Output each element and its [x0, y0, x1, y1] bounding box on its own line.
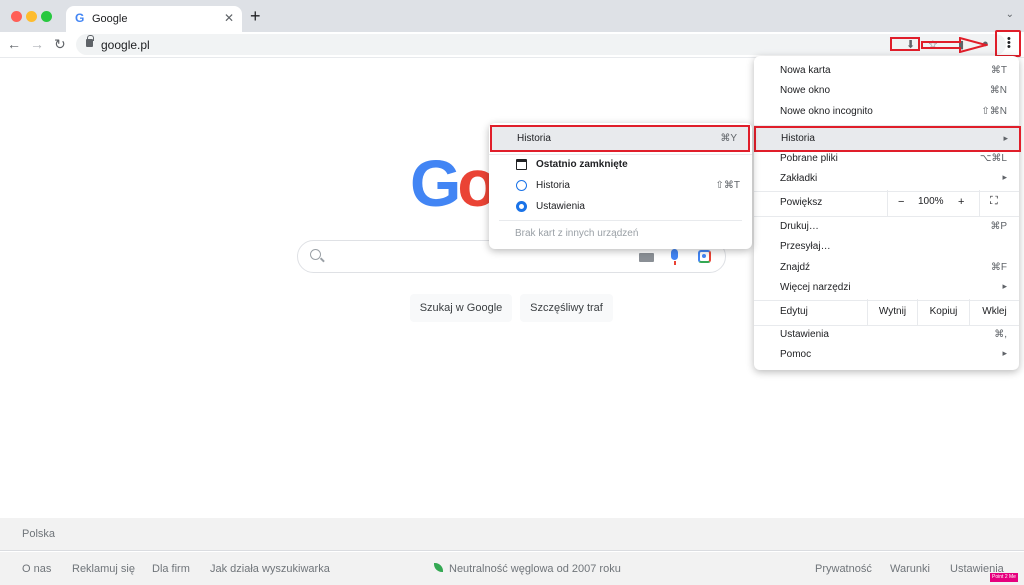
- menu-item-bookmarks[interactable]: Zakładki ▸: [754, 169, 1019, 189]
- watermark-logo: Point 2 Me: [990, 573, 1018, 582]
- menu-item-print[interactable]: Drukuj… ⌘P: [754, 217, 1019, 237]
- chevron-right-icon: ▸: [1002, 172, 1007, 182]
- chevron-right-icon: ▸: [1002, 281, 1007, 291]
- close-tab-icon[interactable]: ✕: [224, 11, 234, 25]
- tab-google[interactable]: G Google ✕: [66, 6, 242, 32]
- feeling-lucky-button[interactable]: Szczęśliwy traf: [520, 294, 613, 322]
- footer-link-advertising[interactable]: Reklamuj się: [72, 563, 135, 575]
- address-bar[interactable]: google.pl ⬇ ☆ ▮ ●: [76, 34, 1006, 55]
- google-lens-icon[interactable]: [698, 250, 711, 263]
- menu-item-new-window[interactable]: Nowe okno ⌘N: [754, 81, 1019, 101]
- submenu-item-no-other-devices: Brak kart z innych urządzeń: [515, 228, 639, 239]
- country-label: Polska: [22, 528, 56, 540]
- tab-icon: [516, 159, 527, 170]
- back-button[interactable]: ←: [7, 36, 21, 52]
- menu-item-help[interactable]: Pomoc ▸: [754, 345, 1019, 365]
- chrome-main-menu: Nowa karta ⌘T Nowe okno ⌘N Nowe okno inc…: [754, 56, 1021, 370]
- tab-search-chevron-icon[interactable]: ⌄: [1006, 9, 1014, 20]
- close-window-button[interactable]: [11, 11, 22, 22]
- toolbar: ← → ↻ google.pl ⬇ ☆ ▮ ●: [0, 32, 1024, 58]
- copy-button[interactable]: Kopiuj: [917, 299, 969, 325]
- search-icon: [310, 249, 321, 260]
- history-clock-icon: [516, 180, 527, 191]
- fullscreen-icon: ⛶: [990, 195, 998, 207]
- submenu-item-recently-closed[interactable]: Ostatnio zamknięte: [489, 155, 752, 175]
- lock-icon[interactable]: [86, 35, 94, 47]
- footer-link-business[interactable]: Dla firm: [152, 563, 190, 575]
- url-text[interactable]: google.pl: [101, 38, 150, 52]
- menu-divider: [754, 125, 1019, 126]
- minimize-window-button[interactable]: [26, 11, 37, 22]
- submenu-item-history-header[interactable]: Historia ⌘Y: [490, 125, 750, 152]
- gear-icon: [516, 201, 527, 212]
- paste-button[interactable]: Wklej: [969, 299, 1019, 325]
- submenu-item-settings[interactable]: Ustawienia: [489, 197, 752, 217]
- menu-item-find[interactable]: Znajdź ⌘F: [754, 258, 1019, 278]
- keyboard-icon[interactable]: [639, 253, 654, 262]
- footer-link-privacy[interactable]: Prywatność: [815, 563, 872, 575]
- annotation-box-icons: [890, 37, 920, 51]
- menu-item-downloads[interactable]: Pobrane pliki ⌥⌘L: [754, 149, 1019, 169]
- chevron-right-icon: ▸: [1003, 133, 1008, 143]
- menu-item-more-tools[interactable]: Więcej narzędzi ▸: [754, 278, 1019, 298]
- menu-item-cast[interactable]: Przesyłaj…: [754, 237, 1019, 257]
- submenu-item-history[interactable]: Historia ⇧⌘T: [489, 176, 752, 196]
- zoom-in-button[interactable]: +: [958, 196, 964, 208]
- chrome-menu-button[interactable]: • • •: [995, 30, 1021, 57]
- microphone-icon[interactable]: [671, 249, 678, 265]
- google-logo: Go: [410, 146, 498, 220]
- menu-row-zoom: Powiększ − 100% + ⛶: [754, 190, 1019, 216]
- zoom-out-button[interactable]: −: [898, 196, 904, 208]
- footer-link-terms[interactable]: Warunki: [890, 563, 930, 575]
- google-search-button[interactable]: Szukaj w Google: [410, 294, 512, 322]
- footer-links: O nas Reklamuj się Dla firm Jak działa w…: [0, 552, 1024, 585]
- more-vert-icon: • • •: [1007, 33, 1011, 53]
- footer-country-bar: Polska: [0, 518, 1024, 551]
- cut-button[interactable]: Wytnij: [867, 299, 917, 325]
- fullscreen-button[interactable]: ⛶: [979, 190, 1019, 216]
- menu-item-incognito[interactable]: Nowe okno incognito ⇧⌘N: [754, 102, 1019, 122]
- google-favicon-icon: G: [75, 11, 85, 25]
- menu-row-edit: Edytuj Wytnij Kopiuj Wklej: [754, 299, 1019, 325]
- new-tab-button[interactable]: +: [250, 7, 261, 25]
- zoom-window-button[interactable]: [41, 11, 52, 22]
- chevron-right-icon: ▸: [1002, 348, 1007, 358]
- menu-item-settings[interactable]: Ustawienia ⌘,: [754, 325, 1019, 345]
- footer-link-about[interactable]: O nas: [22, 563, 51, 575]
- forward-button[interactable]: →: [30, 36, 44, 52]
- annotation-arrow: [921, 37, 988, 53]
- menu-item-new-tab[interactable]: Nowa karta ⌘T: [754, 61, 1019, 81]
- history-submenu: Historia ⌘Y Ostatnio zamknięte Historia …: [489, 123, 752, 249]
- footer-link-how-search-works[interactable]: Jak działa wyszukiwarka: [210, 563, 330, 575]
- footer-link-carbon-neutral[interactable]: Neutralność węglowa od 2007 roku: [449, 563, 621, 575]
- reload-button[interactable]: ↻: [54, 36, 66, 52]
- zoom-level: 100%: [918, 196, 944, 207]
- tab-strip: G Google ✕ + ⌄: [0, 0, 1024, 32]
- tab-title: Google: [92, 13, 128, 25]
- menu-item-history[interactable]: Historia ▸: [754, 126, 1021, 152]
- submenu-divider: [499, 220, 742, 221]
